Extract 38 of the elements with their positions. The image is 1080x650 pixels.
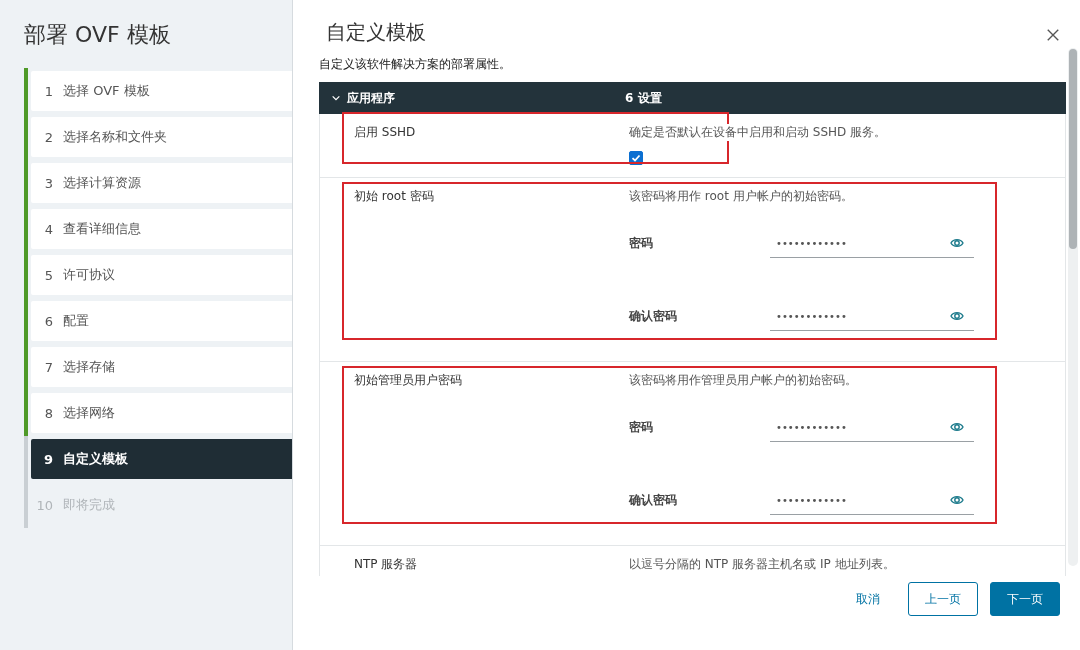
- field-label: 密码: [629, 235, 654, 252]
- settings-count: 6 设置: [625, 89, 662, 107]
- scrollbar[interactable]: [1068, 48, 1078, 566]
- wizard-step[interactable]: 9 自定义模板: [31, 439, 292, 479]
- field-label: 确认密码: [629, 308, 678, 325]
- setting-label: 启用 SSHD: [354, 124, 417, 141]
- next-button[interactable]: 下一页: [990, 582, 1060, 616]
- close-icon: [1046, 28, 1060, 42]
- group-header[interactable]: 应用程序 6 设置: [319, 82, 1066, 114]
- group-title: 应用程序: [347, 89, 395, 107]
- field-label: 密码: [629, 419, 654, 436]
- password-field[interactable]: ••••••••••••: [770, 302, 974, 331]
- cancel-link[interactable]: 取消: [840, 582, 896, 616]
- wizard-step[interactable]: 6 配置: [31, 301, 292, 341]
- back-button[interactable]: 上一页: [908, 582, 978, 616]
- password-field[interactable]: ••••••••••••: [770, 229, 974, 258]
- password-field[interactable]: ••••••••••••: [770, 413, 974, 442]
- wizard-step[interactable]: 7 选择存储: [31, 347, 292, 387]
- eye-icon: [950, 420, 964, 434]
- wizard-step[interactable]: 2 选择名称和文件夹: [31, 117, 292, 157]
- page-title: 自定义模板: [326, 18, 426, 46]
- wizard-step[interactable]: 4 查看详细信息: [31, 209, 292, 249]
- checkmark-icon: [630, 152, 642, 164]
- setting-label: 初始 root 密码: [354, 188, 435, 205]
- setting-label: 初始管理员用户密码: [354, 372, 463, 389]
- eye-icon: [950, 493, 964, 507]
- setting-label: NTP 服务器: [354, 556, 419, 573]
- wizard-title: 部署 OVF 模板: [23, 21, 172, 49]
- wizard-step[interactable]: 8 选择网络: [31, 393, 292, 433]
- eye-icon: [950, 236, 964, 250]
- wizard-step[interactable]: 3 选择计算资源: [31, 163, 292, 203]
- page-description: 自定义该软件解决方案的部署属性。: [318, 56, 512, 72]
- wizard-step: 10 即将完成: [31, 485, 292, 525]
- wizard-step[interactable]: 5 许可协议: [31, 255, 292, 295]
- eye-icon: [950, 309, 964, 323]
- password-field[interactable]: ••••••••••••: [770, 486, 974, 515]
- field-label: 确认密码: [629, 492, 678, 509]
- wizard-step[interactable]: 1 选择 OVF 模板: [31, 71, 292, 111]
